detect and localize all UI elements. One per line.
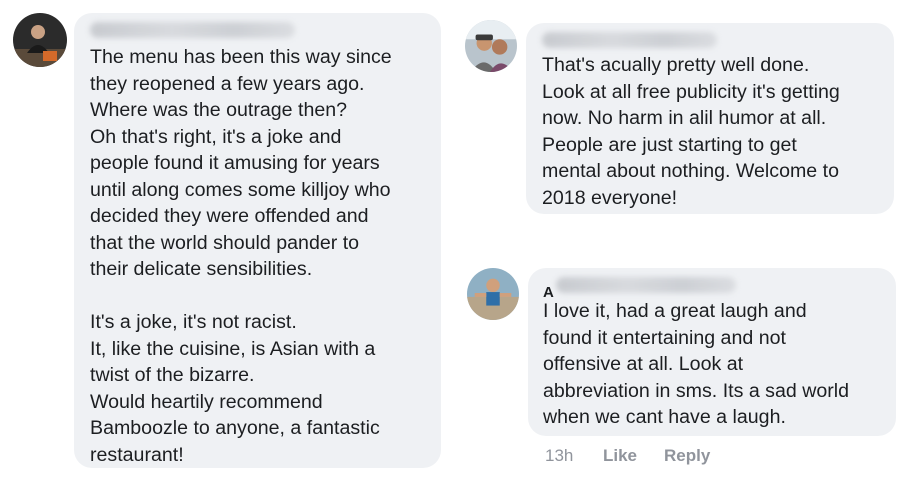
comment-text: The menu has been this way since they re… (90, 46, 392, 466)
like-button[interactable]: Like (603, 446, 637, 466)
comment-bubble: That's acually pretty well done. Look at… (526, 23, 894, 214)
comment-text: That's acually pretty well done. Look at… (542, 54, 840, 209)
user-photo-icon (465, 20, 517, 72)
user-photo-icon (467, 268, 519, 320)
avatar[interactable] (13, 13, 67, 67)
comment-bubble: The menu has been this way since they re… (74, 13, 441, 468)
comment-bubble: A I love it, had a great laugh and found… (528, 268, 896, 436)
user-photo-icon (13, 13, 67, 67)
author-name-redacted[interactable] (556, 277, 736, 293)
comment-text: I love it, had a great laugh and found i… (543, 300, 850, 428)
author-name-redacted[interactable] (542, 32, 717, 48)
avatar[interactable] (465, 20, 517, 72)
avatar[interactable] (467, 268, 519, 320)
author-name-redacted[interactable] (90, 22, 295, 38)
comment-actions: 13h Like Reply (545, 446, 845, 468)
timestamp[interactable]: 13h (545, 446, 573, 466)
reply-button[interactable]: Reply (664, 446, 710, 466)
